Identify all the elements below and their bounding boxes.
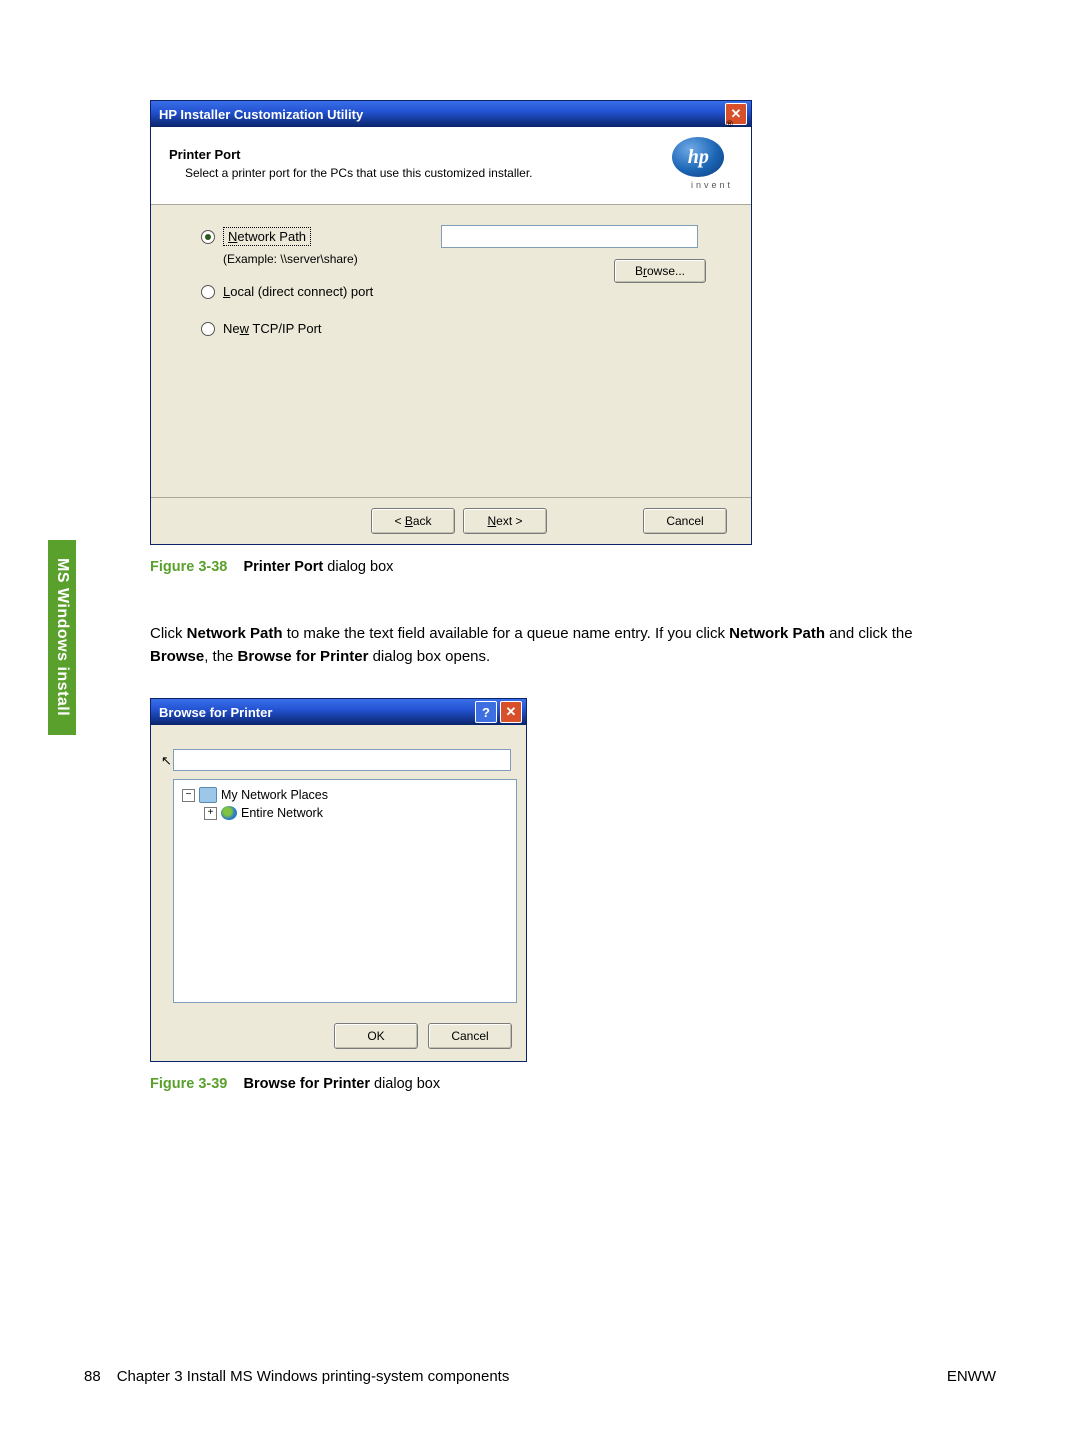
radio-label: Network Path (223, 227, 311, 246)
page-number: 88 (84, 1368, 101, 1385)
radio-icon (201, 322, 215, 336)
dialog-titlebar: HP Installer Customization Utility ✕ (151, 101, 751, 127)
hp-logo: hp ® invent (672, 137, 733, 190)
cursor-icon: ↖ (161, 753, 172, 769)
tree-label: My Network Places (221, 788, 328, 802)
caption-bold: Browse for Printer (243, 1076, 370, 1092)
header-subtitle: Select a printer port for the PCs that u… (169, 166, 533, 180)
close-icon[interactable]: ✕ (500, 701, 522, 723)
dialog-footer: < Back Next > Cancel (151, 497, 751, 544)
help-icon[interactable]: ? (475, 701, 497, 723)
figure-number: Figure 3-38 (150, 559, 227, 575)
browse-for-printer-dialog: Browse for Printer ? ✕ ↖ − My Network Pl… (150, 698, 527, 1062)
caption-rest: dialog box (323, 559, 393, 575)
tree-node-root[interactable]: − My Network Places (182, 786, 508, 804)
header-text: Printer Port Select a printer port for t… (169, 147, 533, 180)
side-tab: MS Windows install (48, 540, 76, 735)
network-tree[interactable]: − My Network Places + Entire Network (173, 779, 517, 1003)
titlebar-buttons: ? ✕ (475, 701, 522, 723)
radio-local-port[interactable]: Local (direct connect) port (201, 284, 717, 299)
caption-bold: Printer Port (243, 559, 323, 575)
cancel-button[interactable]: Cancel (428, 1023, 512, 1049)
hp-invent-text: invent (691, 180, 733, 190)
body-paragraph: Click Network Path to make the text fiel… (150, 623, 950, 668)
dialog-titlebar: Browse for Printer ? ✕ (151, 699, 526, 725)
network-places-icon (199, 787, 217, 803)
dialog-title: Browse for Printer (159, 705, 272, 720)
radio-icon (201, 285, 215, 299)
browse-button[interactable]: Browse... (614, 259, 706, 283)
figure-caption-2: Figure 3-39 Browse for Printer dialog bo… (150, 1076, 950, 1092)
page-content: HP Installer Customization Utility ✕ Pri… (150, 100, 950, 1092)
collapse-icon[interactable]: − (182, 789, 195, 802)
figure-caption-1: Figure 3-38 Printer Port dialog box (150, 559, 950, 575)
cancel-button[interactable]: Cancel (643, 508, 727, 534)
dialog-footer: OK Cancel (151, 1011, 526, 1061)
network-path-input[interactable] (441, 225, 698, 248)
radio-label: Local (direct connect) port (223, 284, 373, 299)
dialog-title: HP Installer Customization Utility (159, 107, 363, 122)
next-button[interactable]: Next > (463, 508, 547, 534)
back-button[interactable]: < Back (371, 508, 455, 534)
figure-number: Figure 3-39 (150, 1076, 227, 1092)
registered-mark: ® (726, 119, 733, 129)
hp-logo-icon: hp (672, 137, 724, 177)
header-title: Printer Port (169, 147, 533, 162)
tree-node-child[interactable]: + Entire Network (182, 804, 508, 822)
radio-label: New TCP/IP Port (223, 321, 322, 336)
printer-path-row: ↖ (165, 749, 512, 771)
radio-tcpip-port[interactable]: New TCP/IP Port (201, 321, 717, 336)
expand-icon[interactable]: + (204, 807, 217, 820)
dialog-body: Network Path (Example: \\server\share) B… (151, 205, 751, 497)
tree-label: Entire Network (241, 806, 323, 820)
globe-icon (221, 806, 237, 820)
printer-port-dialog: HP Installer Customization Utility ✕ Pri… (150, 100, 752, 545)
dialog-header: Printer Port Select a printer port for t… (151, 127, 751, 205)
page-footer: 88 Chapter 3 Install MS Windows printing… (84, 1368, 996, 1385)
footer-right: ENWW (947, 1368, 996, 1385)
dialog-body: ↖ − My Network Places + Entire Network (151, 725, 526, 1011)
ok-button[interactable]: OK (334, 1023, 418, 1049)
radio-icon (201, 230, 215, 244)
caption-rest: dialog box (370, 1076, 440, 1092)
printer-path-input[interactable] (173, 749, 511, 771)
chapter-title: Chapter 3 Install MS Windows printing-sy… (117, 1368, 510, 1385)
